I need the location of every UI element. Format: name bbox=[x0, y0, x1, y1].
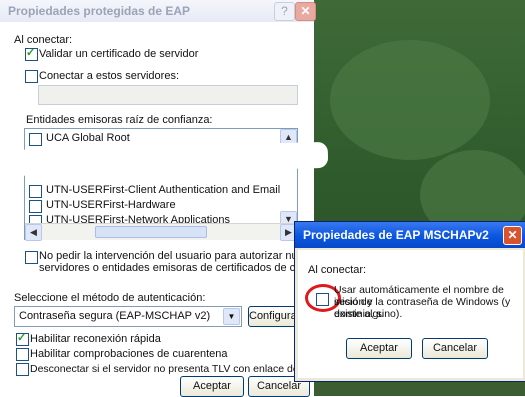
help-button[interactable]: ? bbox=[274, 2, 295, 21]
close-button[interactable]: ✕ bbox=[295, 2, 316, 21]
chevron-down-icon[interactable]: ▼ bbox=[223, 308, 240, 325]
horizontal-scrollbar[interactable]: ◀ ▶ bbox=[25, 223, 297, 241]
root-checkbox[interactable] bbox=[29, 185, 42, 198]
ok-button[interactable]: Aceptar bbox=[180, 376, 244, 397]
root-label: UTN-USERFirst-Client Authentication and … bbox=[46, 184, 281, 196]
fast-reconnect-checkbox[interactable] bbox=[16, 331, 29, 346]
mschapv2-body: Al conectar: Usar automáticamente el nom… bbox=[298, 250, 523, 378]
root-label: UCA Global Root bbox=[46, 132, 130, 144]
quarantine-checkbox[interactable] bbox=[16, 348, 29, 361]
disconnect-tlv-checkbox[interactable] bbox=[16, 363, 29, 376]
connect-servers-label: Conectar a estos servidores: bbox=[39, 70, 180, 82]
validate-cert-checkbox[interactable] bbox=[25, 46, 38, 61]
root-label: UTN-USERFirst-Hardware bbox=[46, 199, 176, 211]
mschapv2-title-bar: Propiedades de EAP MSCHAPv2 ✕ bbox=[295, 222, 525, 248]
no-prompt-label: No pedir la intervención del usuario par… bbox=[39, 250, 321, 262]
mschapv2-cancel-button[interactable]: Cancelar bbox=[422, 338, 488, 359]
disconnect-tlv-label: Desconectar si el servidor no presenta T… bbox=[30, 363, 334, 375]
quarantine-label: Habilitar comprobaciones de cuarentena bbox=[30, 348, 228, 360]
trusted-roots-label: Entidades emisoras raíz de confianza: bbox=[26, 114, 213, 126]
auto-logon-label-end: existe alguno). bbox=[334, 308, 403, 320]
no-prompt-checkbox[interactable] bbox=[25, 251, 38, 264]
auth-method-select[interactable]: Contraseña segura (EAP-MSCHAP v2) ▼ bbox=[14, 306, 242, 327]
scroll-left-button[interactable]: ◀ bbox=[25, 224, 42, 241]
auth-method-label: Seleccione el método de autenticación: bbox=[14, 292, 206, 304]
mschapv2-dialog: Propiedades de EAP MSCHAPv2 ✕ Al conecta… bbox=[294, 221, 525, 382]
servers-input[interactable] bbox=[38, 85, 298, 105]
scroll-thumb[interactable] bbox=[95, 226, 207, 238]
connect-servers-checkbox[interactable] bbox=[25, 70, 38, 83]
close-icon[interactable]: ✕ bbox=[503, 226, 522, 245]
auth-method-value: Contraseña segura (EAP-MSCHAP v2) bbox=[19, 310, 211, 322]
dialog-title: Propiedades protegidas de EAP bbox=[8, 4, 191, 18]
validate-cert-label: Validar un certificado de servidor bbox=[39, 48, 199, 60]
root-checkbox[interactable] bbox=[29, 200, 42, 213]
mschapv2-on-connect-label: Al conectar: bbox=[308, 264, 367, 276]
root-checkbox[interactable] bbox=[29, 133, 42, 146]
wallpaper-shape bbox=[330, 40, 490, 160]
on-connect-label: Al conectar: bbox=[14, 34, 73, 46]
eap-properties-dialog: Propiedades protegidas de EAP ? ✕ Al con… bbox=[0, 0, 340, 397]
fast-reconnect-label: Habilitar reconexión rápida bbox=[30, 333, 161, 345]
mschapv2-ok-button[interactable]: Aceptar bbox=[346, 338, 412, 359]
title-bar: Propiedades protegidas de EAP ? ✕ bbox=[0, 0, 316, 22]
mschapv2-title: Propiedades de EAP MSCHAPv2 bbox=[303, 228, 489, 242]
